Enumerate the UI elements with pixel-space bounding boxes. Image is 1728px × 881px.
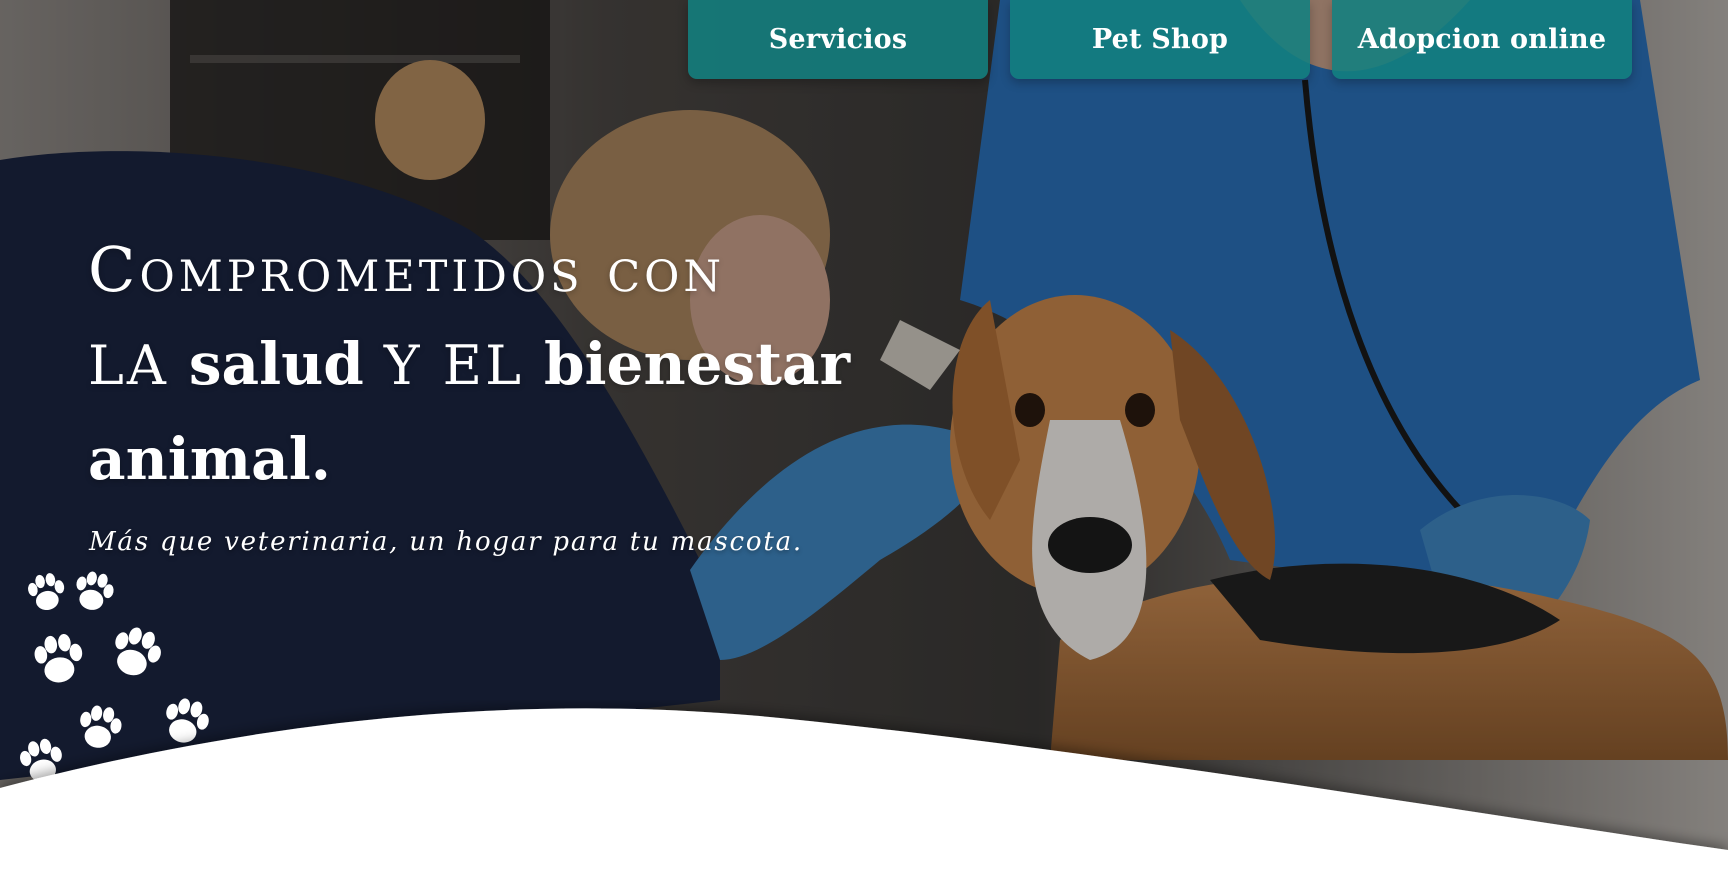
nav-button-adopcion-online[interactable]: Adopcion online	[1332, 0, 1632, 79]
headline-phrase: Comprometidos con	[88, 233, 726, 306]
hero-section: Comprometidos con LA salud Y EL bienestar a…	[0, 0, 1728, 881]
paw-print-icon	[25, 570, 68, 613]
headline-line-2: LA salud Y EL bienestar	[88, 317, 851, 412]
nav-button-servicios[interactable]: Servicios	[688, 0, 988, 79]
nav-button-pet-shop[interactable]: Pet Shop	[1010, 0, 1310, 79]
headline-line-3: animal.	[88, 412, 848, 507]
headline-article: LA	[88, 334, 169, 397]
wave-divider	[0, 708, 1728, 881]
hero-headline: Comprometidos con LA salud Y EL bienestar a…	[88, 222, 851, 507]
headline-animal: animal.	[88, 425, 331, 493]
top-navigation: Servicios Pet Shop Adopcion online	[0, 0, 1728, 80]
headline-connector: Y EL	[383, 334, 524, 397]
headline-salud: salud	[188, 330, 364, 398]
paw-print-icon	[106, 622, 167, 683]
headline-line-1: Comprometidos con	[88, 222, 848, 317]
paw-print-icon	[32, 631, 86, 686]
paw-print-icon	[71, 568, 117, 614]
headline-bienestar: bienestar	[543, 330, 851, 398]
hero-tagline: Más que veterinaria, un hogar para tu ma…	[89, 527, 803, 557]
